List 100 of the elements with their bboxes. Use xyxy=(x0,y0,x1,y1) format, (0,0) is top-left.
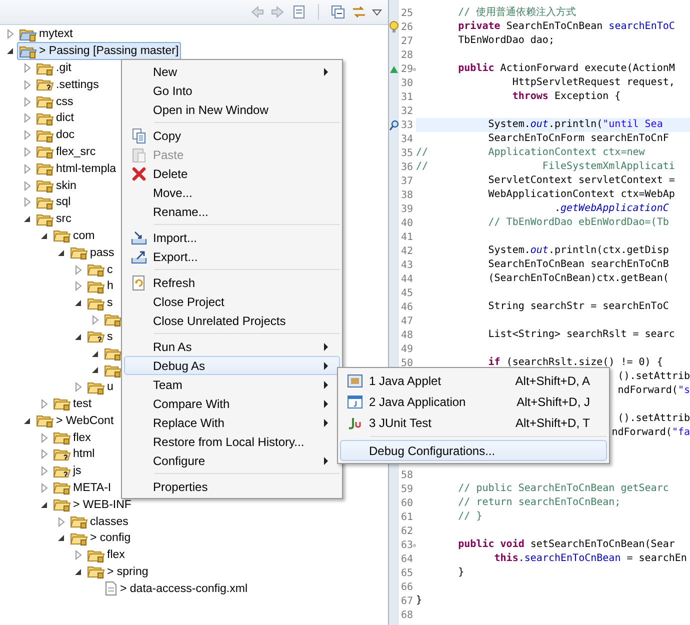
menu-item[interactable]: Go Into xyxy=(124,81,340,100)
expanded-arrow-icon[interactable] xyxy=(22,214,32,224)
collapsed-arrow-icon[interactable] xyxy=(39,398,49,409)
menu-item[interactable]: 1 Java Applet Alt+Shift+D, A xyxy=(340,370,607,391)
menu-item[interactable]: Debug As xyxy=(124,356,340,375)
collapsed-arrow-icon[interactable] xyxy=(73,382,83,392)
menu-item[interactable]: 2 Java Application Alt+Shift+D, J xyxy=(340,391,607,412)
collapsed-arrow-icon[interactable] xyxy=(39,482,49,493)
collapsed-arrow-icon[interactable] xyxy=(73,550,83,560)
tree-item[interactable]: > WebCont xyxy=(34,412,116,430)
collapsed-arrow-icon[interactable] xyxy=(22,113,32,124)
collapse-icon[interactable] xyxy=(413,542,416,548)
tree-item[interactable]: sql xyxy=(34,193,73,212)
tree-item[interactable]: dict xyxy=(34,109,76,128)
menu-item[interactable]: Refresh xyxy=(124,273,340,292)
collapsed-arrow-icon[interactable] xyxy=(22,130,32,140)
tree-item[interactable]: flex xyxy=(51,428,93,447)
expanded-arrow-icon[interactable] xyxy=(22,416,32,426)
tree-item[interactable]: > data-access-config.xml xyxy=(102,580,250,598)
menu-item[interactable]: Open in New Window xyxy=(124,100,340,119)
menu-item[interactable]: Export... xyxy=(124,247,340,266)
menu-item[interactable]: Compare With xyxy=(124,394,340,413)
menu-item[interactable]: Rename... xyxy=(124,202,340,221)
menu-item[interactable]: Run As xyxy=(124,337,340,356)
menu-item[interactable]: Import... xyxy=(124,228,340,247)
tree-item[interactable]: u xyxy=(85,378,116,396)
menu-item[interactable]: New xyxy=(124,62,340,81)
tree-item[interactable]: > config xyxy=(68,529,133,548)
menu-item[interactable]: 3 JUnit Test Alt+Shift+D, T xyxy=(340,412,607,433)
collapsed-arrow-icon[interactable] xyxy=(39,432,49,443)
expanded-arrow-icon[interactable] xyxy=(39,500,49,510)
tree-item[interactable]: META-I xyxy=(51,478,114,497)
menu-item[interactable]: Configure xyxy=(124,451,340,470)
tree-item[interactable]: .settings xyxy=(34,76,101,94)
tree-item[interactable]: classes xyxy=(68,512,130,531)
expanded-arrow-icon[interactable] xyxy=(56,533,66,544)
collapsed-arrow-icon[interactable] xyxy=(39,466,49,476)
expanded-arrow-icon[interactable] xyxy=(73,298,83,308)
right-arrow-icon[interactable] xyxy=(270,4,286,20)
tree-item[interactable]: doc xyxy=(34,126,77,144)
collapsed-arrow-icon[interactable] xyxy=(39,449,49,460)
menu-item[interactable]: Delete xyxy=(124,164,340,183)
collapsed-arrow-icon[interactable] xyxy=(22,164,32,174)
collapsed-arrow-icon[interactable] xyxy=(22,146,32,157)
folder-icon xyxy=(87,329,105,344)
tree-item[interactable]: skin xyxy=(34,176,78,195)
collapse-all-icon[interactable] xyxy=(330,4,346,20)
tree-item[interactable]: js xyxy=(51,462,84,480)
collapse-icon[interactable] xyxy=(413,66,416,72)
tree-item[interactable]: s xyxy=(85,328,115,346)
line-number: 25 xyxy=(400,8,413,18)
menu-item[interactable]: Properties xyxy=(124,477,340,496)
tree-item[interactable]: html-templa xyxy=(34,160,118,178)
tree-item[interactable]: pass xyxy=(68,244,116,262)
collapsed-arrow-icon[interactable] xyxy=(56,516,66,526)
tree-item[interactable]: css xyxy=(34,92,76,111)
tree-item[interactable]: flex xyxy=(85,546,127,564)
collapsed-arrow-icon[interactable] xyxy=(73,281,83,292)
collapsed-arrow-icon[interactable] xyxy=(22,96,32,107)
menu-item[interactable]: Close Project xyxy=(124,292,340,311)
collapsed-arrow-icon[interactable] xyxy=(22,180,32,191)
expanded-arrow-icon[interactable] xyxy=(90,348,100,359)
menu-item[interactable]: Copy xyxy=(124,126,340,145)
expanded-arrow-icon[interactable] xyxy=(5,46,15,56)
tree-item[interactable]: flex_src xyxy=(34,142,98,161)
tree-item[interactable]: src xyxy=(34,210,74,228)
expanded-arrow-icon[interactable] xyxy=(56,248,66,258)
tree-item[interactable]: c xyxy=(85,260,115,279)
menu-item[interactable]: Debug Configurations... xyxy=(340,440,607,461)
tree-item[interactable]: > Passing [Passing master] xyxy=(17,42,181,60)
tree-item[interactable]: s xyxy=(85,294,115,312)
tree-item[interactable]: > WEB-INF xyxy=(51,496,134,514)
tree-item[interactable]: .git xyxy=(34,59,74,77)
collapsed-arrow-icon[interactable] xyxy=(22,62,32,73)
menu-item[interactable]: Replace With xyxy=(124,413,340,432)
window-icon xyxy=(347,372,363,388)
expanded-arrow-icon[interactable] xyxy=(90,365,100,376)
expanded-arrow-icon[interactable] xyxy=(73,332,83,342)
page-icon[interactable] xyxy=(291,4,307,20)
tree-item[interactable]: > spring xyxy=(85,562,150,581)
collapsed-arrow-icon[interactable] xyxy=(22,80,32,90)
left-arrow-icon[interactable] xyxy=(249,4,265,20)
expanded-arrow-icon[interactable] xyxy=(39,230,49,241)
collapsed-arrow-icon[interactable] xyxy=(22,197,32,208)
tree-item[interactable]: html xyxy=(51,445,97,464)
tree-item[interactable]: test xyxy=(51,394,94,413)
tree-item[interactable]: com xyxy=(51,226,97,245)
line-number: 43 xyxy=(400,260,413,270)
collapsed-arrow-icon[interactable] xyxy=(73,264,83,275)
line-number: 47 xyxy=(400,316,413,326)
menu-item[interactable]: Restore from Local History... xyxy=(124,432,340,451)
collapsed-arrow-icon[interactable] xyxy=(5,29,15,40)
menu-item[interactable]: Move... xyxy=(124,183,340,202)
menu-item[interactable]: Close Unrelated Projects xyxy=(124,311,340,330)
collapsed-arrow-icon[interactable] xyxy=(90,314,100,325)
menu-item[interactable]: Team xyxy=(124,375,340,394)
two-arrows-icon[interactable] xyxy=(351,4,367,20)
tree-item[interactable]: mytext xyxy=(17,25,75,44)
expanded-arrow-icon[interactable] xyxy=(73,566,83,577)
tree-item[interactable]: h xyxy=(85,277,116,296)
